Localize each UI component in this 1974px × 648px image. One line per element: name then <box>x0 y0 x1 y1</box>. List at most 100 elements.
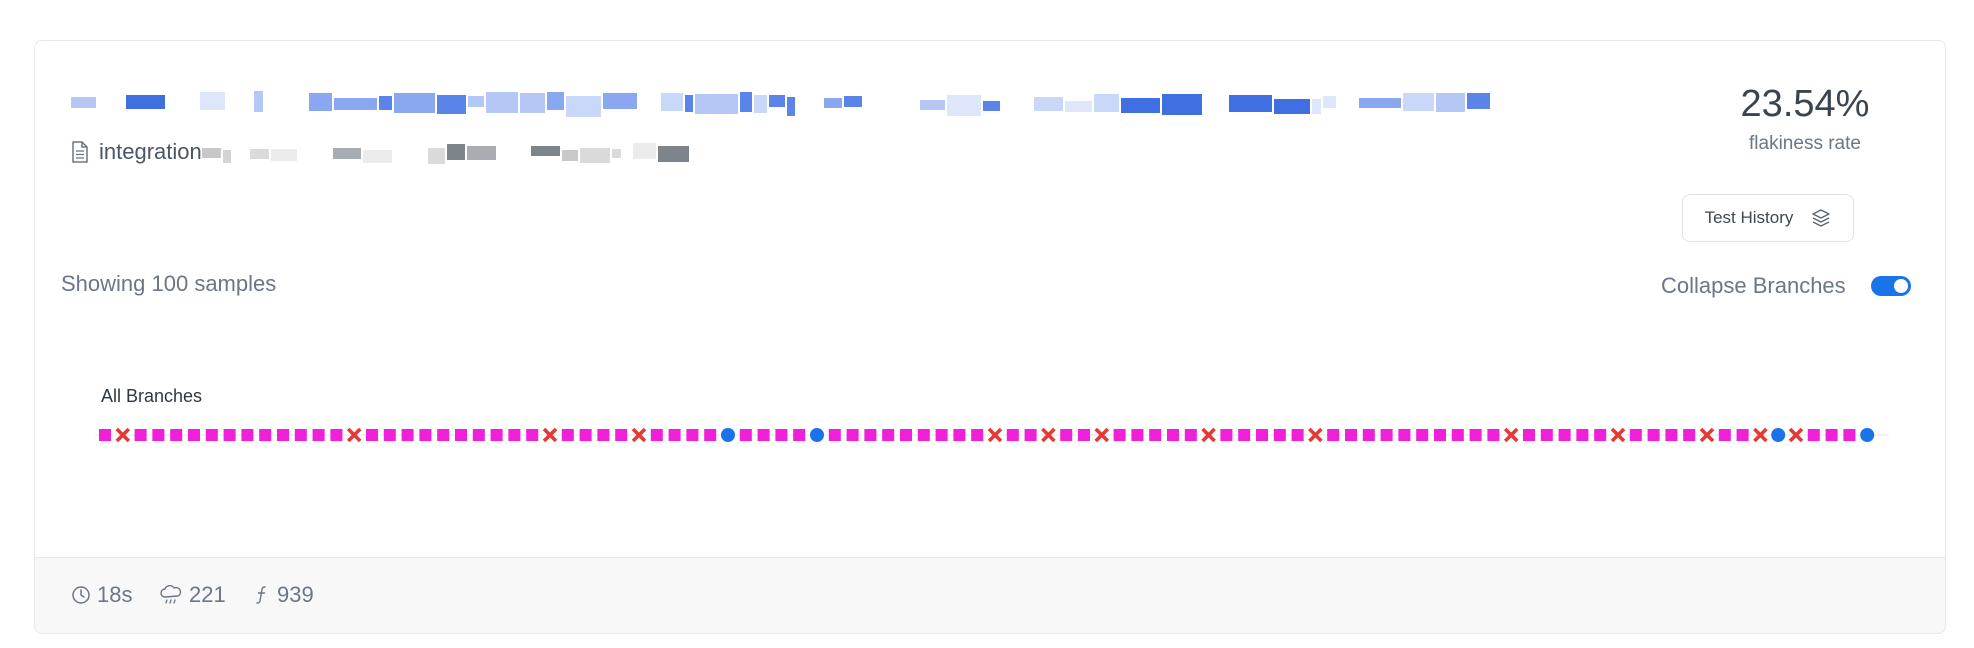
result-marker-pass[interactable] <box>1273 429 1286 441</box>
redaction-block <box>740 92 752 112</box>
result-marker-pass[interactable] <box>1736 429 1749 441</box>
collapse-branches-toggle[interactable] <box>1870 276 1911 296</box>
result-marker-pass[interactable] <box>1487 429 1500 441</box>
result-marker-pass[interactable] <box>1825 429 1838 441</box>
result-marker-pass[interactable] <box>1184 429 1197 441</box>
result-marker-other[interactable] <box>810 428 824 442</box>
result-marker-pass[interactable] <box>1576 429 1589 441</box>
result-marker-pass[interactable] <box>1238 429 1251 441</box>
result-marker-pass[interactable] <box>1683 429 1696 441</box>
result-marker-pass[interactable] <box>1469 429 1482 441</box>
result-marker-pass[interactable] <box>526 429 539 441</box>
result-marker-pass[interactable] <box>472 429 485 441</box>
result-marker-pass[interactable] <box>1256 429 1268 441</box>
redaction-block <box>1359 98 1401 108</box>
result-marker-pass[interactable] <box>846 429 859 441</box>
redaction-block <box>632 143 656 159</box>
result-marker-pass[interactable] <box>152 429 165 441</box>
result-marker-pass[interactable] <box>704 429 717 441</box>
result-marker-pass[interactable] <box>508 429 521 441</box>
result-marker-pass[interactable] <box>935 429 948 441</box>
result-marker-pass[interactable] <box>1807 429 1820 441</box>
test-history-label: Test History <box>1704 208 1794 227</box>
result-marker-pass[interactable] <box>1167 429 1179 441</box>
test-history-button[interactable]: Test History <box>1682 194 1854 242</box>
result-marker-pass[interactable] <box>1416 429 1429 441</box>
result-marker-pass[interactable] <box>170 429 183 441</box>
result-marker-pass[interactable] <box>615 429 628 441</box>
result-marker-pass[interactable] <box>1540 429 1553 441</box>
result-marker-pass[interactable] <box>1006 429 1019 441</box>
result-marker-pass[interactable] <box>1131 429 1144 441</box>
result-marker-pass[interactable] <box>1523 429 1535 441</box>
result-marker-pass[interactable] <box>1398 429 1411 441</box>
result-marker-pass[interactable] <box>223 429 236 441</box>
result-marker-pass[interactable] <box>793 429 806 441</box>
result-marker-pass[interactable] <box>953 429 966 441</box>
result-marker-pass[interactable] <box>1220 429 1233 441</box>
result-marker-pass[interactable] <box>1078 429 1090 441</box>
result-marker-pass[interactable] <box>900 429 912 441</box>
result-marker-pass[interactable] <box>437 429 450 441</box>
result-marker-pass[interactable] <box>1024 429 1037 441</box>
result-marker-pass[interactable] <box>1594 429 1607 441</box>
result-marker-pass[interactable] <box>1113 429 1126 441</box>
result-marker-pass[interactable] <box>597 429 610 441</box>
result-marker-pass[interactable] <box>579 429 592 441</box>
result-marker-pass[interactable] <box>828 429 841 441</box>
result-marker-pass[interactable] <box>1060 429 1073 441</box>
result-marker-pass[interactable] <box>241 429 254 441</box>
result-marker-pass[interactable] <box>1380 429 1393 441</box>
result-marker-pass[interactable] <box>1434 429 1446 441</box>
result-marker-other[interactable] <box>1771 428 1786 442</box>
result-marker-pass[interactable] <box>1665 429 1678 441</box>
result-marker-pass[interactable] <box>294 429 307 441</box>
result-marker-pass[interactable] <box>401 429 414 441</box>
result-marker-pass[interactable] <box>971 429 984 441</box>
result-marker-pass[interactable] <box>1843 429 1856 441</box>
flakiness-rate: 23.54% flakiness rate <box>1665 81 1945 155</box>
result-marker-pass[interactable] <box>917 429 930 441</box>
result-marker-pass[interactable] <box>1629 429 1642 441</box>
result-marker-pass[interactable] <box>882 429 895 441</box>
result-marker-pass[interactable] <box>864 429 877 441</box>
result-marker-pass[interactable] <box>99 429 111 441</box>
result-marker-pass[interactable] <box>419 429 432 441</box>
result-marker-pass[interactable] <box>134 429 147 441</box>
result-marker-pass[interactable] <box>1327 429 1340 441</box>
result-marker-pass[interactable] <box>686 429 699 441</box>
result-marker-pass[interactable] <box>366 429 378 441</box>
result-marker-pass[interactable] <box>757 429 770 441</box>
result-marker-pass[interactable] <box>312 429 325 441</box>
result-marker-pass[interactable] <box>739 429 752 441</box>
result-marker-pass[interactable] <box>205 429 218 441</box>
result-marker-pass[interactable] <box>1362 429 1375 441</box>
result-marker-other[interactable] <box>1860 428 1875 442</box>
result-marker-pass[interactable] <box>259 429 272 441</box>
result-marker-pass[interactable] <box>1718 429 1731 441</box>
redaction-block <box>201 148 221 158</box>
result-marker-pass[interactable] <box>1345 429 1357 441</box>
result-marker-pass[interactable] <box>775 429 788 441</box>
flakiness-rate-value: 23.54% <box>1740 83 1870 125</box>
flakiness-rate-label: flakiness rate <box>1749 133 1861 154</box>
test-results-timeline <box>95 427 1889 443</box>
result-marker-pass[interactable] <box>1291 429 1304 441</box>
result-marker-pass[interactable] <box>455 429 467 441</box>
result-marker-pass[interactable] <box>668 429 681 441</box>
result-marker-pass[interactable] <box>1451 429 1464 441</box>
clock-icon <box>72 586 90 604</box>
result-marker-pass[interactable] <box>1647 429 1660 441</box>
result-marker-pass[interactable] <box>561 429 574 441</box>
redaction-block <box>379 96 392 110</box>
result-marker-other[interactable] <box>721 428 735 442</box>
collapse-branches: Collapse Branches <box>1661 273 1911 299</box>
result-marker-pass[interactable] <box>383 429 396 441</box>
result-marker-pass[interactable] <box>1149 429 1162 441</box>
result-marker-pass[interactable] <box>650 429 663 441</box>
result-marker-pass[interactable] <box>330 429 343 441</box>
result-marker-pass[interactable] <box>1558 429 1571 441</box>
result-marker-pass[interactable] <box>277 429 289 441</box>
result-marker-pass[interactable] <box>188 429 200 441</box>
result-marker-pass[interactable] <box>490 429 503 441</box>
